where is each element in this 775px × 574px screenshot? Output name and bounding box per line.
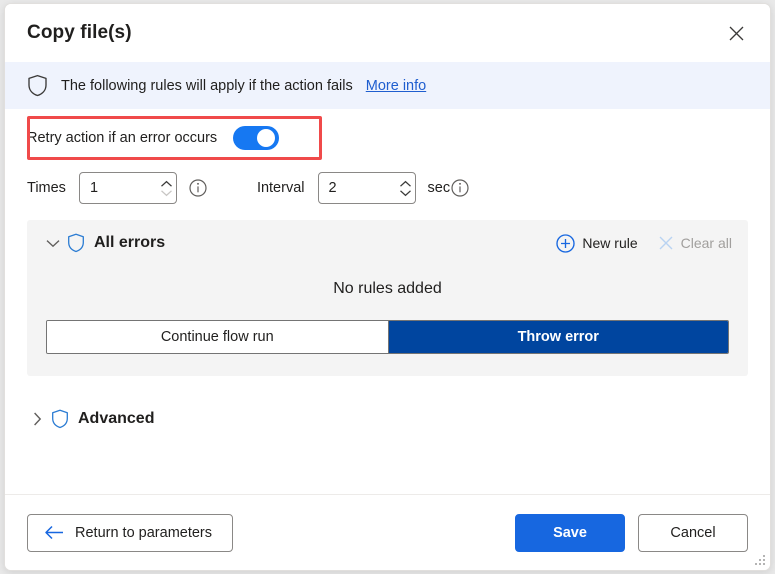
advanced-title: Advanced (78, 410, 155, 427)
chevron-down-icon (160, 189, 172, 196)
new-rule-button[interactable]: New rule (556, 233, 638, 253)
interval-decrement-button[interactable] (399, 189, 412, 197)
close-icon (729, 26, 743, 40)
rules-info-banner: The following rules will apply if the ac… (5, 62, 770, 109)
interval-unit-label: sec (427, 180, 451, 196)
plus-circle-icon (556, 233, 576, 253)
dialog-body: Retry action if an error occurs Times 1 … (5, 109, 770, 494)
error-behavior-segmented-control: Continue flow run Throw error (46, 320, 729, 354)
clear-all-button[interactable]: Clear all (658, 235, 732, 251)
save-button[interactable]: Save (515, 513, 625, 552)
chevron-down-icon (399, 189, 411, 196)
clear-all-label: Clear all (680, 235, 732, 251)
retry-settings-row: Times 1 Interval 2 sec (27, 167, 748, 209)
times-decrement-button[interactable] (160, 189, 173, 197)
close-button[interactable] (716, 15, 756, 51)
more-info-link[interactable]: More info (366, 78, 426, 94)
cancel-button[interactable]: Cancel (638, 513, 748, 552)
chevron-right-icon (33, 412, 41, 426)
dialog-footer: Return to parameters Save Cancel (5, 494, 770, 570)
times-input[interactable] (79, 173, 160, 203)
advanced-expand-button[interactable] (27, 409, 47, 429)
resize-grip-icon[interactable] (753, 554, 766, 567)
all-errors-header: All errors New rule Clear all (43, 220, 732, 266)
times-info-icon[interactable] (189, 179, 207, 197)
return-to-parameters-label: Return to parameters (75, 524, 213, 541)
dialog-titlebar: Copy file(s) (5, 4, 770, 62)
copy-files-dialog: Copy file(s) The following rules will ap… (4, 3, 771, 571)
all-errors-panel: All errors New rule Clear all No rules a… (27, 220, 748, 376)
shield-icon (68, 233, 84, 253)
banner-text: The following rules will apply if the ac… (61, 77, 353, 94)
arrow-left-icon (45, 525, 63, 540)
retry-action-toggle[interactable] (233, 126, 280, 150)
return-to-parameters-button[interactable]: Return to parameters (27, 513, 234, 552)
chevron-down-icon (46, 239, 60, 247)
shield-icon (52, 409, 68, 429)
shield-icon (28, 74, 47, 97)
toggle-knob (257, 129, 276, 147)
chevron-up-icon (399, 180, 411, 187)
close-icon (659, 236, 673, 250)
no-rules-message: No rules added (333, 280, 442, 297)
retry-action-row: Retry action if an error occurs (27, 109, 748, 167)
new-rule-label: New rule (582, 235, 638, 251)
interval-label: Interval (256, 180, 305, 196)
times-label: Times (27, 180, 66, 196)
interval-stepper-arrows (399, 173, 415, 203)
times-stepper-arrows (160, 173, 176, 203)
advanced-section-header[interactable]: Advanced (27, 390, 748, 448)
continue-flow-run-option[interactable]: Continue flow run (47, 321, 388, 353)
interval-stepper[interactable] (317, 172, 416, 204)
page-title: Copy file(s) (27, 22, 132, 43)
footer-actions: Save Cancel (515, 513, 748, 552)
throw-error-option[interactable]: Throw error (387, 321, 728, 353)
retry-action-label: Retry action if an error occurs (27, 130, 218, 146)
all-errors-title: All errors (94, 234, 166, 251)
times-stepper[interactable] (78, 172, 177, 204)
all-errors-collapse-button[interactable] (43, 233, 63, 253)
interval-increment-button[interactable] (399, 180, 412, 188)
times-increment-button[interactable] (160, 180, 173, 188)
chevron-up-icon (160, 180, 172, 187)
interval-input[interactable] (318, 173, 399, 203)
interval-info-icon[interactable] (451, 179, 469, 197)
